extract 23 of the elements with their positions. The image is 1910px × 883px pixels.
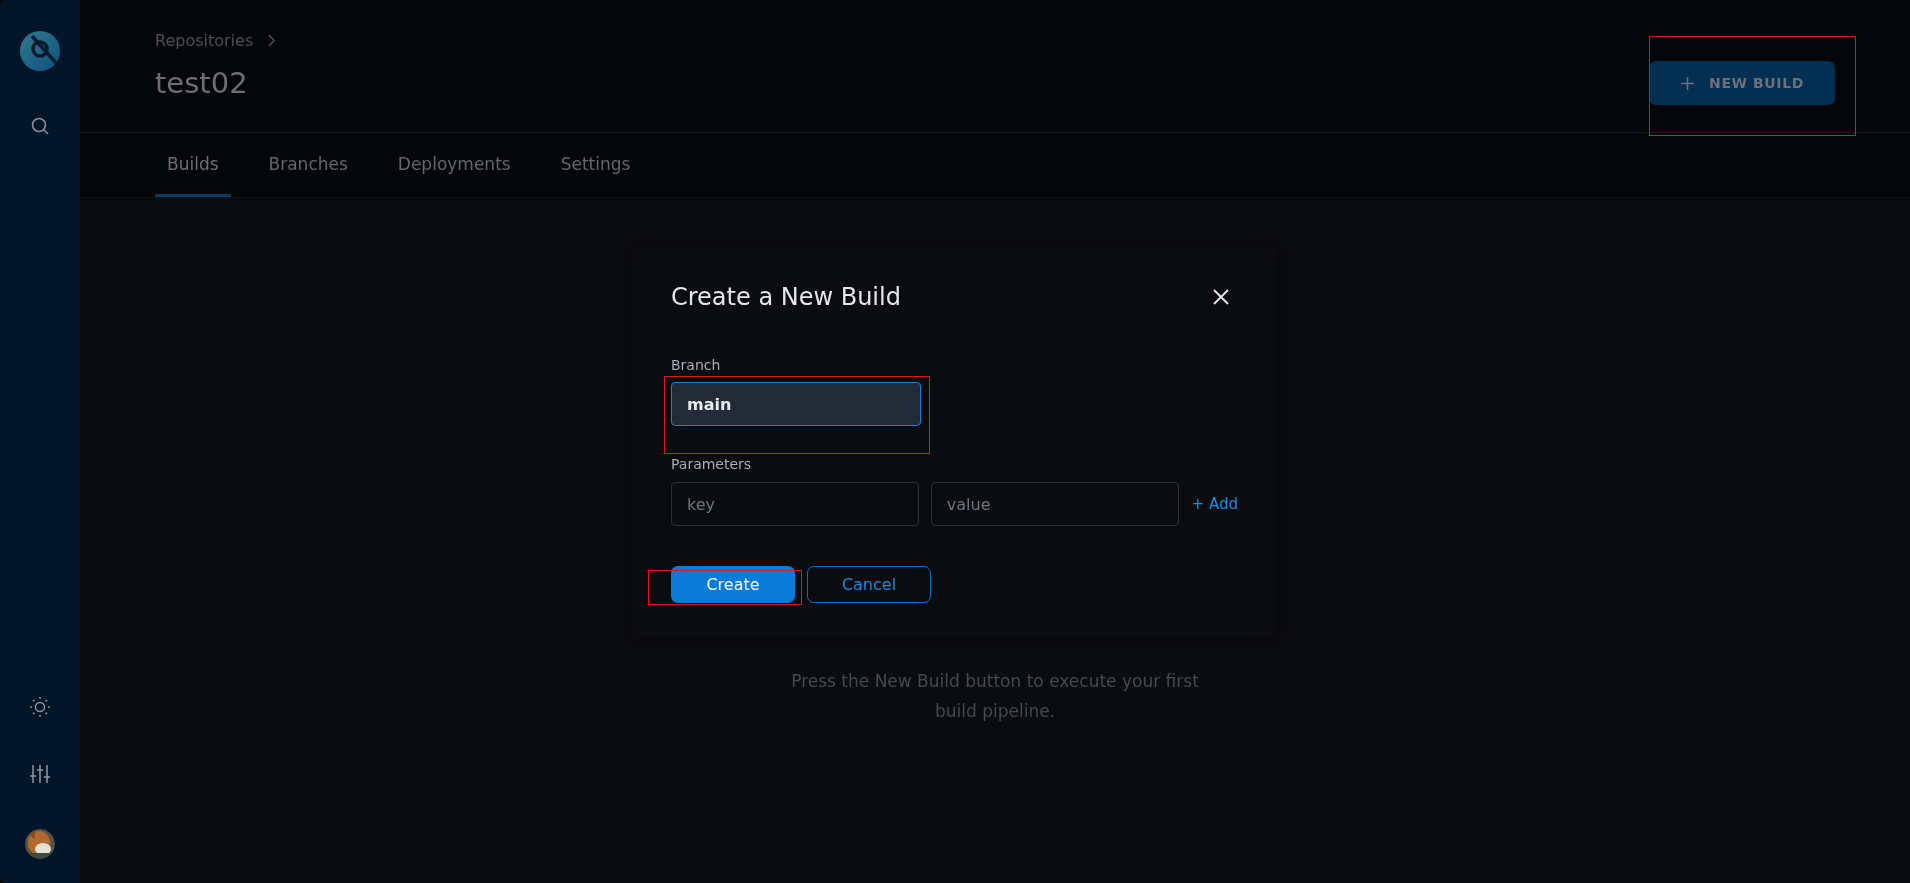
key-field[interactable]: key [671, 482, 919, 526]
breadcrumb-link[interactable]: Repositories [155, 31, 254, 50]
tab[interactable]: Settings [548, 133, 643, 197]
tab[interactable]: Branches [256, 133, 360, 197]
add-link[interactable]: + Add [1191, 495, 1238, 513]
sun-icon[interactable] [29, 696, 51, 718]
page-title: test02 [155, 66, 249, 100]
branch-field[interactable]: main [671, 382, 921, 426]
create-button[interactable]: Create [671, 566, 795, 603]
search-icon[interactable] [30, 116, 50, 136]
logo-icon[interactable] [20, 31, 60, 71]
close-icon[interactable] [1212, 288, 1230, 306]
tab[interactable]: Deployments [385, 133, 523, 197]
new-build-button[interactable]: NEW BUILD [1649, 61, 1835, 105]
empty-state-message: Press the New Build button to execute your first build pipeline. [790, 670, 1200, 723]
chevron-right-icon [267, 34, 277, 47]
field-label: Branch [671, 357, 722, 373]
plus-icon [1680, 75, 1696, 91]
cancel-button[interactable]: Cancel [807, 566, 931, 603]
field-label: Parameters [671, 456, 753, 472]
value-field[interactable]: value [930, 482, 1179, 526]
sliders-icon[interactable] [29, 763, 51, 785]
dialog-title: Create a New Build [671, 283, 901, 311]
